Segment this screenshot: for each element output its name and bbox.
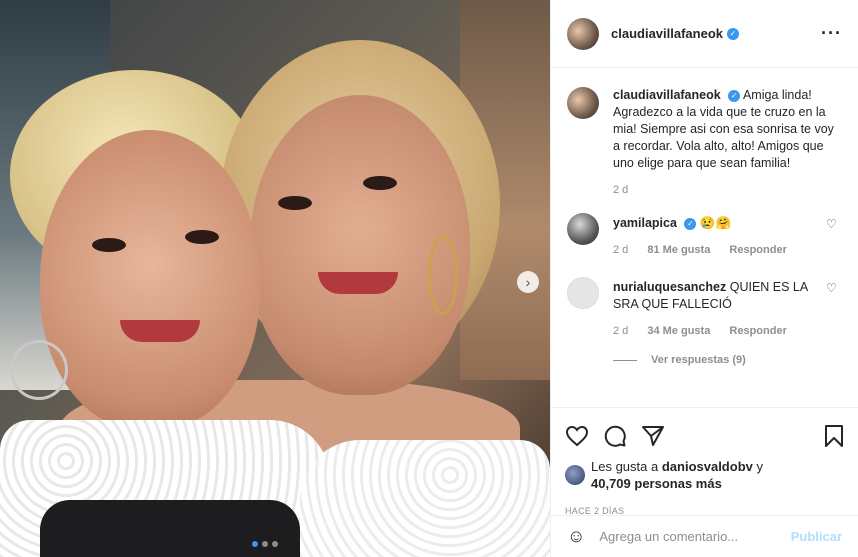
emoji-icon[interactable]: ☺ (567, 526, 585, 547)
comments-list: claudiavillafaneok ✓ Amiga linda! Agrade… (551, 69, 858, 407)
comment-row: yamilapica ✓ 😢🤗 2 d 81 Me gusta Responde… (567, 213, 842, 259)
comment-likes[interactable]: 34 Me gusta (647, 325, 710, 337)
bookmark-icon[interactable] (824, 424, 844, 448)
verified-badge-icon: ✓ (727, 27, 739, 40)
add-comment-bar: ☺ Publicar (551, 515, 858, 557)
likes-prefix: Les gusta a (591, 459, 659, 474)
caption-age: 2 d (613, 184, 629, 196)
more-icon[interactable]: ··· (821, 23, 842, 44)
comment-age: 2 d (613, 325, 629, 337)
comment-meta: 2 d 34 Me gusta Responder (613, 323, 820, 340)
comment-row: nurialuquesanchez QUIEN ES LA SRA QUE FA… (567, 277, 842, 340)
photo-earring (10, 340, 68, 400)
photo-eye (363, 176, 397, 190)
photo-lips (318, 272, 398, 294)
comment-username[interactable]: nurialuquesanchez (613, 280, 726, 294)
view-replies-label: Ver respuestas (9) (651, 354, 746, 366)
caption-row: claudiavillafaneok ✓ Amiga linda! Agrade… (567, 87, 842, 199)
view-replies-button[interactable]: Ver respuestas (9) (613, 354, 842, 366)
carousel-dots (252, 541, 278, 547)
action-icons (565, 416, 844, 456)
likes-suffix: y (756, 459, 764, 474)
post-header: claudiavillafaneok ✓ ··· (551, 0, 858, 68)
carousel-next-button[interactable]: › (517, 271, 539, 293)
comment-meta: 2 d 81 Me gusta Responder (613, 242, 820, 259)
heart-outline-icon[interactable]: ♡ (826, 217, 842, 259)
liker-username[interactable]: daniosvaldobv (662, 459, 753, 474)
comment-username[interactable]: yamilapica (613, 216, 677, 230)
caption-meta: 2 d (613, 182, 842, 199)
comment-avatar[interactable] (567, 277, 599, 309)
photo-lips (120, 320, 200, 342)
header-username[interactable]: claudiavillafaneok (611, 26, 723, 41)
likes-summary: Les gusta a daniosvaldobv y 40,709 perso… (565, 458, 844, 492)
post-actions: Les gusta a daniosvaldobv y 40,709 perso… (551, 407, 858, 516)
comment-input[interactable] (599, 529, 791, 544)
avatar[interactable] (567, 17, 599, 50)
photo-eye (185, 230, 219, 244)
post-sidebar: claudiavillafaneok ✓ ··· claudiavillafan… (550, 0, 858, 557)
liker-avatar[interactable] (565, 465, 585, 485)
reply-button[interactable]: Responder (729, 244, 786, 256)
carousel-dot (252, 541, 258, 547)
photo-ruffle-right (300, 440, 550, 557)
photo-dark-cloth (40, 500, 300, 557)
caption-username[interactable]: claudiavillafaneok (613, 88, 721, 102)
comment-likes[interactable]: 81 Me gusta (647, 244, 710, 256)
heart-outline-icon[interactable]: ♡ (826, 281, 842, 340)
comment-text: 😢🤗 (699, 216, 732, 230)
caption-avatar[interactable] (567, 87, 599, 119)
photo-face-left (40, 130, 260, 430)
verified-badge-icon: ✓ (684, 218, 697, 230)
photo-eye (278, 196, 312, 210)
heart-icon[interactable] (565, 425, 589, 447)
photo-eye (92, 238, 126, 252)
comment-icon[interactable] (603, 424, 627, 448)
comment-avatar[interactable] (567, 213, 599, 245)
reply-divider (613, 359, 637, 361)
photo-earring (428, 235, 458, 315)
comment-age: 2 d (613, 244, 629, 256)
chevron-right-icon: › (525, 274, 531, 290)
verified-badge-icon: ✓ (728, 90, 741, 102)
share-icon[interactable] (641, 424, 665, 448)
reply-button[interactable]: Responder (729, 325, 786, 337)
carousel-dot (262, 541, 268, 547)
carousel-dot (272, 541, 278, 547)
likes-count[interactable]: 40,709 personas más (591, 476, 722, 491)
post-photo[interactable]: › (0, 0, 550, 557)
publish-button[interactable]: Publicar (791, 529, 842, 544)
